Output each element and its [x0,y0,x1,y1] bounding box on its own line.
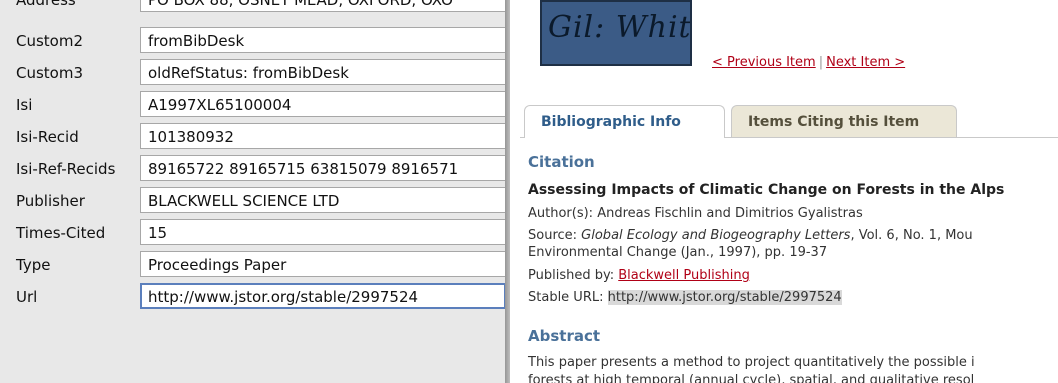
stable-url-prefix: Stable URL: [528,290,608,305]
field-value-url[interactable]: http://www.jstor.org/stable/2997524 [140,283,505,309]
field-label: Address [16,0,76,9]
field-row-isi-ref-recids: Isi-Ref-Recids 89165722 89165715 6381507… [0,152,505,186]
field-label: Custom3 [16,64,84,82]
tab-bar: Bibliographic Info Items Citing this Ite… [520,105,1058,138]
field-editor-pane: Address PO BOX 88, OSNEY MEAD, OXFORD, O… [0,0,505,383]
signature-text: Gil: White [548,10,692,45]
field-label: Url [16,288,38,306]
web-preview-pane: Gil: White < Previous Item|Next Item > B… [510,0,1058,383]
previous-item-link[interactable]: < Previous Item [712,55,816,70]
field-value-isi-ref-recids[interactable]: 89165722 89165715 63815079 8916571 [140,155,505,181]
field-row-isi: Isi A1997XL65100004 [0,88,505,122]
publisher-prefix: Published by: [528,268,619,283]
article-stable-url: Stable URL: http://www.jstor.org/stable/… [528,290,842,305]
article-publisher: Published by: Blackwell Publishing [528,268,750,283]
next-item-link[interactable]: Next Item > [826,55,905,70]
field-label: Isi [16,96,33,114]
field-row-address: Address PO BOX 88, OSNEY MEAD, OXFORD, O… [0,0,505,17]
field-row-publisher: Publisher BLACKWELL SCIENCE LTD [0,184,505,218]
field-row-custom3: Custom3 oldRefStatus: fromBibDesk [0,56,505,90]
publisher-link[interactable]: Blackwell Publishing [618,268,750,283]
field-value-isi[interactable]: A1997XL65100004 [140,91,505,117]
citation-heading: Citation [528,153,595,171]
field-row-type: Type Proceedings Paper [0,248,505,282]
field-value-times-cited[interactable]: 15 [140,219,505,245]
field-label: Publisher [16,192,85,210]
stable-url-value[interactable]: http://www.jstor.org/stable/2997524 [607,290,842,305]
field-value-address[interactable]: PO BOX 88, OSNEY MEAD, OXFORD, OXO [140,0,505,12]
field-row-custom2: Custom2 fromBibDesk [0,24,505,58]
nav-separator: | [818,55,824,70]
field-row-times-cited: Times-Cited 15 [0,216,505,250]
article-source: Source: Global Ecology and Biogeography … [528,228,973,243]
tab-bibliographic-info[interactable]: Bibliographic Info [524,105,725,138]
article-authors: Author(s): Andreas Fischlin and Dimitrio… [528,206,863,221]
article-source-line2: Environmental Change (Jan., 1997), pp. 1… [528,245,828,260]
source-prefix: Source: [528,228,582,243]
field-value-publisher[interactable]: BLACKWELL SCIENCE LTD [140,187,505,213]
abstract-heading: Abstract [528,327,601,345]
tab-items-citing[interactable]: Items Citing this Item [731,105,957,137]
item-navigation: < Previous Item | Next Item > [712,55,905,70]
source-journal: Global Ecology and Biogeography Letters [581,228,851,243]
abstract-line-2: forests at high temporal (annual cycle),… [528,373,975,383]
abstract-line-1: This paper presents a method to project … [528,355,975,370]
signature-image: Gil: White [540,0,692,66]
field-value-custom3[interactable]: oldRefStatus: fromBibDesk [140,59,505,85]
field-label: Isi-Recid [16,128,79,146]
field-label: Isi-Ref-Recids [16,160,116,178]
field-label: Type [16,256,51,274]
field-value-isi-recid[interactable]: 101380932 [140,123,505,149]
field-row-url: Url http://www.jstor.org/stable/2997524 [0,280,505,314]
field-label: Custom2 [16,32,84,50]
field-value-type[interactable]: Proceedings Paper [140,251,505,277]
field-label: Times-Cited [16,224,106,242]
field-row-isi-recid: Isi-Recid 101380932 [0,120,505,154]
article-title: Assessing Impacts of Climatic Change on … [528,182,1005,198]
field-value-custom2[interactable]: fromBibDesk [140,27,505,53]
source-details: , Vol. 6, No. 1, Mou [850,228,973,243]
